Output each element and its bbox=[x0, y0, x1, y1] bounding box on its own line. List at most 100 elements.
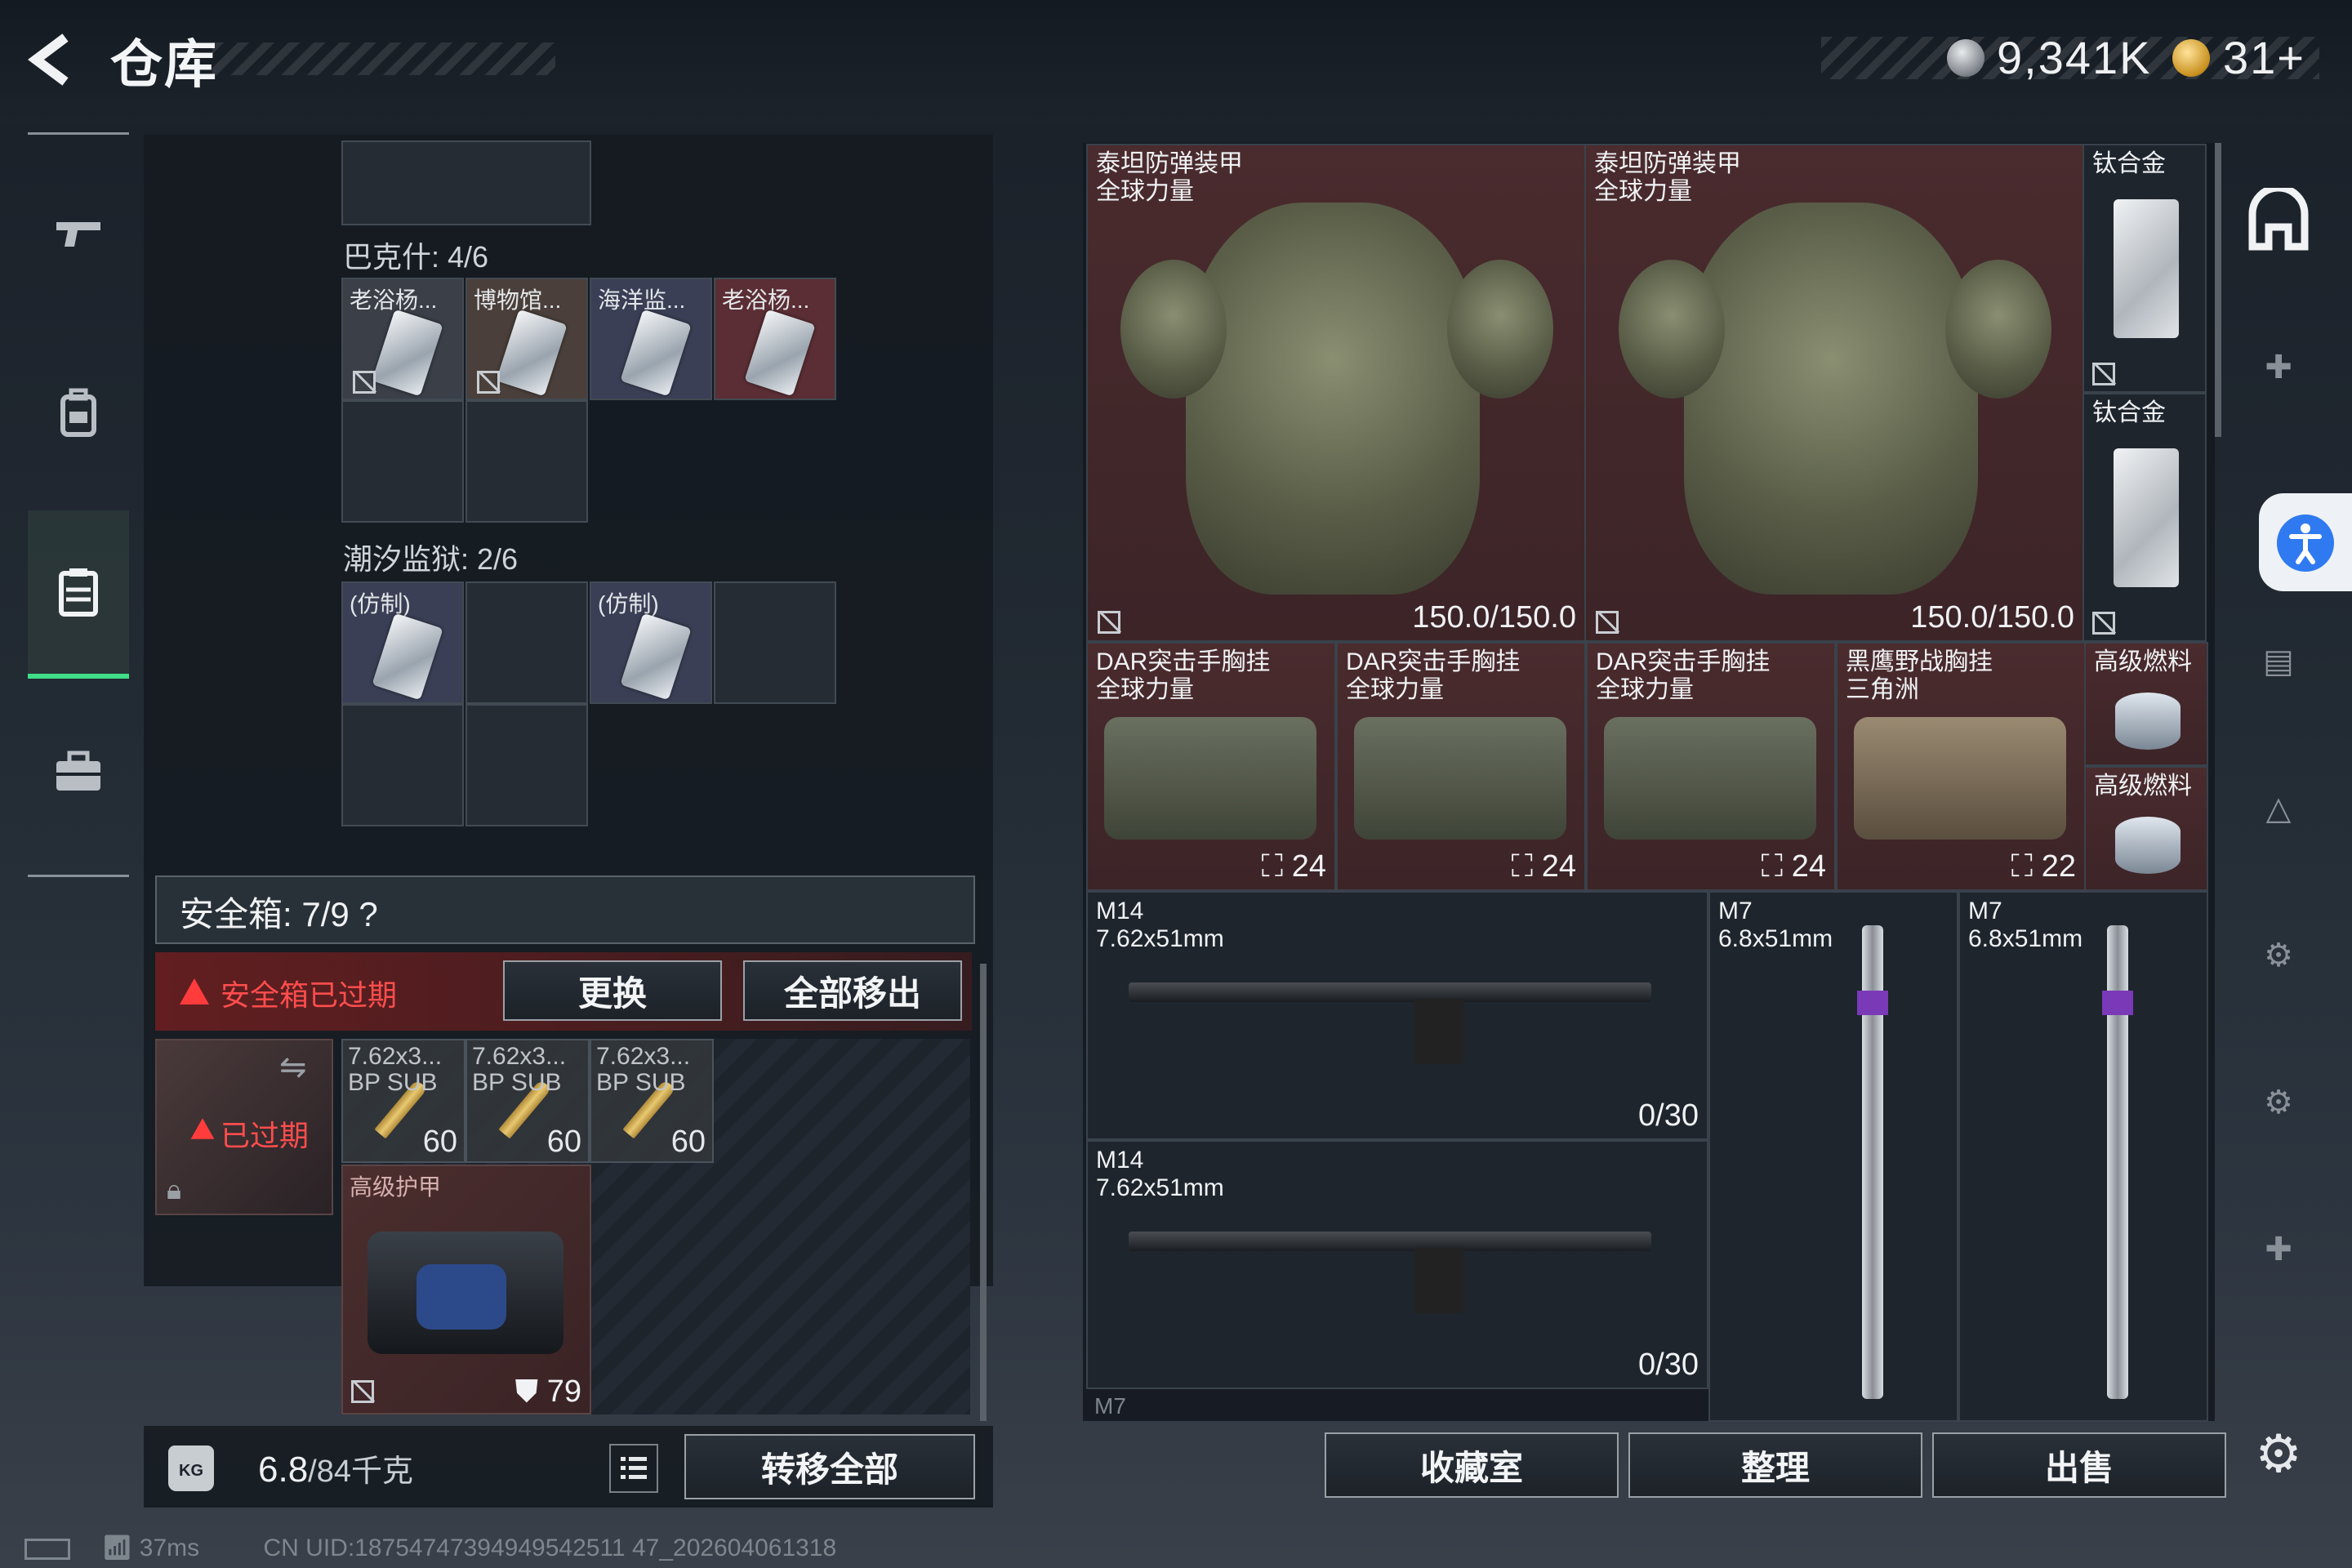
weight-text: 6.8/84千克 bbox=[258, 1446, 413, 1490]
item-name: 高级燃料 bbox=[2094, 648, 2192, 675]
ammo-caliber: 7.62x3... bbox=[596, 1044, 691, 1070]
armor-name: 泰坦防弹装甲 bbox=[1096, 150, 1243, 177]
keycard-icon bbox=[496, 309, 568, 397]
item-card[interactable]: 老浴杨... bbox=[341, 278, 464, 400]
weight-max: /84千克 bbox=[308, 1454, 413, 1489]
capacity-value: ⛶ 24 bbox=[1761, 849, 1826, 884]
capacity-value: ⛶ 24 bbox=[1261, 849, 1326, 884]
nav-weapons[interactable] bbox=[28, 151, 129, 314]
fuel-can-icon bbox=[2115, 693, 2180, 750]
warning-icon bbox=[190, 1118, 215, 1139]
item-label: (仿制) bbox=[598, 591, 659, 617]
ammo-item[interactable]: 7.62x3... BP SUB 60 bbox=[466, 1039, 590, 1163]
help-button[interactable]: ? bbox=[359, 895, 377, 933]
remove-all-button[interactable]: 全部移出 bbox=[743, 960, 962, 1021]
safebox-header: 安全箱: 7/9 ? bbox=[155, 875, 975, 944]
scrollbar[interactable] bbox=[2215, 143, 2221, 437]
rig-faction: 三角洲 bbox=[1846, 676, 1919, 703]
chest-rig-item[interactable]: DAR突击手胸挂 全球力量 ⛶ 24 bbox=[1336, 642, 1586, 891]
collection-button[interactable]: 收藏室 bbox=[1325, 1432, 1619, 1498]
filter-plus-icon[interactable]: ✚ bbox=[2242, 1213, 2315, 1286]
filter-folder-icon[interactable]: ▤ bbox=[2242, 625, 2315, 698]
grid-slot[interactable] bbox=[466, 400, 588, 523]
item-card[interactable]: 老浴杨... bbox=[714, 278, 836, 400]
filter-medical-icon[interactable]: ✚ bbox=[2242, 331, 2315, 404]
accessibility-button[interactable] bbox=[2259, 493, 2352, 591]
ammo-count: 60 bbox=[670, 1125, 706, 1159]
rifle-caliber: 7.62x51mm bbox=[1096, 1174, 1224, 1201]
grid-slot[interactable] bbox=[341, 140, 591, 225]
safebox-slot[interactable]: 已过期 ⇋ 🔒︎ bbox=[155, 1039, 333, 1215]
rifle-caliber: 7.62x51mm bbox=[1096, 925, 1224, 952]
briefcase-icon bbox=[56, 751, 100, 791]
item-card[interactable]: 博物馆... bbox=[466, 278, 588, 400]
armor-vest-icon bbox=[1186, 203, 1480, 595]
grid-slot[interactable] bbox=[714, 581, 836, 704]
item-label: (仿制) bbox=[350, 591, 411, 617]
category-nav bbox=[28, 132, 129, 877]
rifle-item[interactable]: M7 6.8x51mm bbox=[1958, 891, 2208, 1422]
filter-gear-icon[interactable]: ⚙ bbox=[2242, 919, 2315, 992]
back-button[interactable] bbox=[24, 31, 90, 88]
lock-icon: 🔒︎ bbox=[167, 1174, 182, 1205]
filter-triangle-icon[interactable]: △ bbox=[2242, 772, 2315, 845]
scrollbar[interactable] bbox=[980, 964, 987, 1421]
replace-button[interactable]: 更换 bbox=[503, 960, 722, 1021]
armor-shoulder bbox=[1120, 260, 1227, 399]
settings-gear-icon[interactable]: ⚙ bbox=[2242, 1417, 2315, 1490]
item-name: 泰坦防弹装甲 全球力量 bbox=[1096, 150, 1243, 206]
chest-rig-item[interactable]: DAR突击手胸挂 全球力量 ⛶ 24 bbox=[1086, 642, 1336, 891]
ammo-item[interactable]: 7.62x3... BP SUB 60 bbox=[341, 1039, 466, 1163]
sell-button[interactable]: 出售 bbox=[1932, 1432, 2226, 1498]
armor-item[interactable]: 泰坦防弹装甲 全球力量 150.0/150.0 bbox=[1584, 144, 2084, 642]
rig-name: DAR突击手胸挂 bbox=[1346, 648, 1521, 675]
chest-rig-icon bbox=[1354, 717, 1566, 840]
rifle-accent bbox=[2102, 991, 2133, 1015]
rifle-icon bbox=[1129, 1232, 1651, 1251]
fuel-item[interactable]: 高级燃料 bbox=[2084, 642, 2208, 766]
capacity-number: 22 bbox=[2041, 849, 2076, 884]
rifle-item[interactable]: M14 7.62x51mm 0/30 bbox=[1086, 1140, 1708, 1389]
ammo-item[interactable]: 7.62x3... BP SUB 60 bbox=[590, 1039, 714, 1163]
section-title: 潮汐监狱: 2/6 bbox=[343, 542, 519, 576]
rifle-name: M7 bbox=[1718, 898, 1753, 924]
plate-item[interactable]: 钛合金 bbox=[2082, 393, 2207, 642]
list-view-button[interactable] bbox=[609, 1444, 658, 1493]
grid-slot[interactable] bbox=[341, 400, 464, 523]
fuel-can-icon bbox=[2115, 817, 2180, 874]
item-card[interactable]: (仿制) bbox=[341, 581, 464, 704]
armor-bag-item[interactable]: 高级护甲 ⛊ 79 bbox=[341, 1165, 591, 1414]
nav-case[interactable] bbox=[28, 690, 129, 853]
warning-icon bbox=[180, 978, 209, 1004]
grid-slot[interactable] bbox=[466, 581, 588, 704]
fuel-item[interactable]: 高级燃料 bbox=[2084, 766, 2208, 891]
nav-backpack[interactable] bbox=[28, 331, 129, 494]
person-icon bbox=[2289, 523, 2322, 564]
no-trade-icon bbox=[1596, 611, 1619, 634]
item-card[interactable]: (仿制) bbox=[590, 581, 712, 704]
grid-slot[interactable] bbox=[341, 704, 464, 826]
grid-slot[interactable] bbox=[466, 704, 588, 826]
organize-button[interactable]: 整理 bbox=[1628, 1432, 1922, 1498]
filter-tool-icon[interactable]: ⚙ bbox=[2242, 1066, 2315, 1139]
rifle-accent bbox=[1857, 991, 1888, 1015]
rifle-item[interactable]: M14 7.62x51mm 0/30 bbox=[1086, 891, 1708, 1140]
chest-rig-item[interactable]: 黑鹰野战胸挂 三角洲 ⛶ 22 bbox=[1836, 642, 2086, 891]
rifle-item[interactable]: M7 6.8x51mm bbox=[1708, 891, 1958, 1422]
chest-rig-item[interactable]: DAR突击手胸挂 全球力量 ⛶ 24 bbox=[1586, 642, 1836, 891]
status-bar: 📶︎ 37ms CN UID:18754747394949542511 47_2… bbox=[24, 1534, 836, 1562]
transfer-all-button[interactable]: 转移全部 bbox=[684, 1434, 975, 1499]
chest-rig-icon bbox=[1854, 717, 2066, 840]
expired-bar: 安全箱已过期 更换 全部移出 bbox=[155, 952, 972, 1031]
durability-value: 150.0/150.0 bbox=[1412, 600, 1576, 635]
item-name: 高级燃料 bbox=[2094, 773, 2192, 800]
gold-currency[interactable]: 31+ bbox=[2223, 31, 2305, 84]
item-label: 海洋监... bbox=[598, 287, 686, 313]
rifle-name: M14 bbox=[1096, 898, 1144, 924]
plate-item[interactable]: 钛合金 bbox=[2082, 144, 2207, 393]
armor-item[interactable]: 泰坦防弹装甲 全球力量 150.0/150.0 bbox=[1086, 144, 1586, 642]
armor-faction: 全球力量 bbox=[1594, 178, 1692, 205]
item-card[interactable]: 海洋监... bbox=[590, 278, 712, 400]
nav-storage[interactable] bbox=[28, 510, 129, 679]
filter-all[interactable] bbox=[2242, 184, 2315, 257]
